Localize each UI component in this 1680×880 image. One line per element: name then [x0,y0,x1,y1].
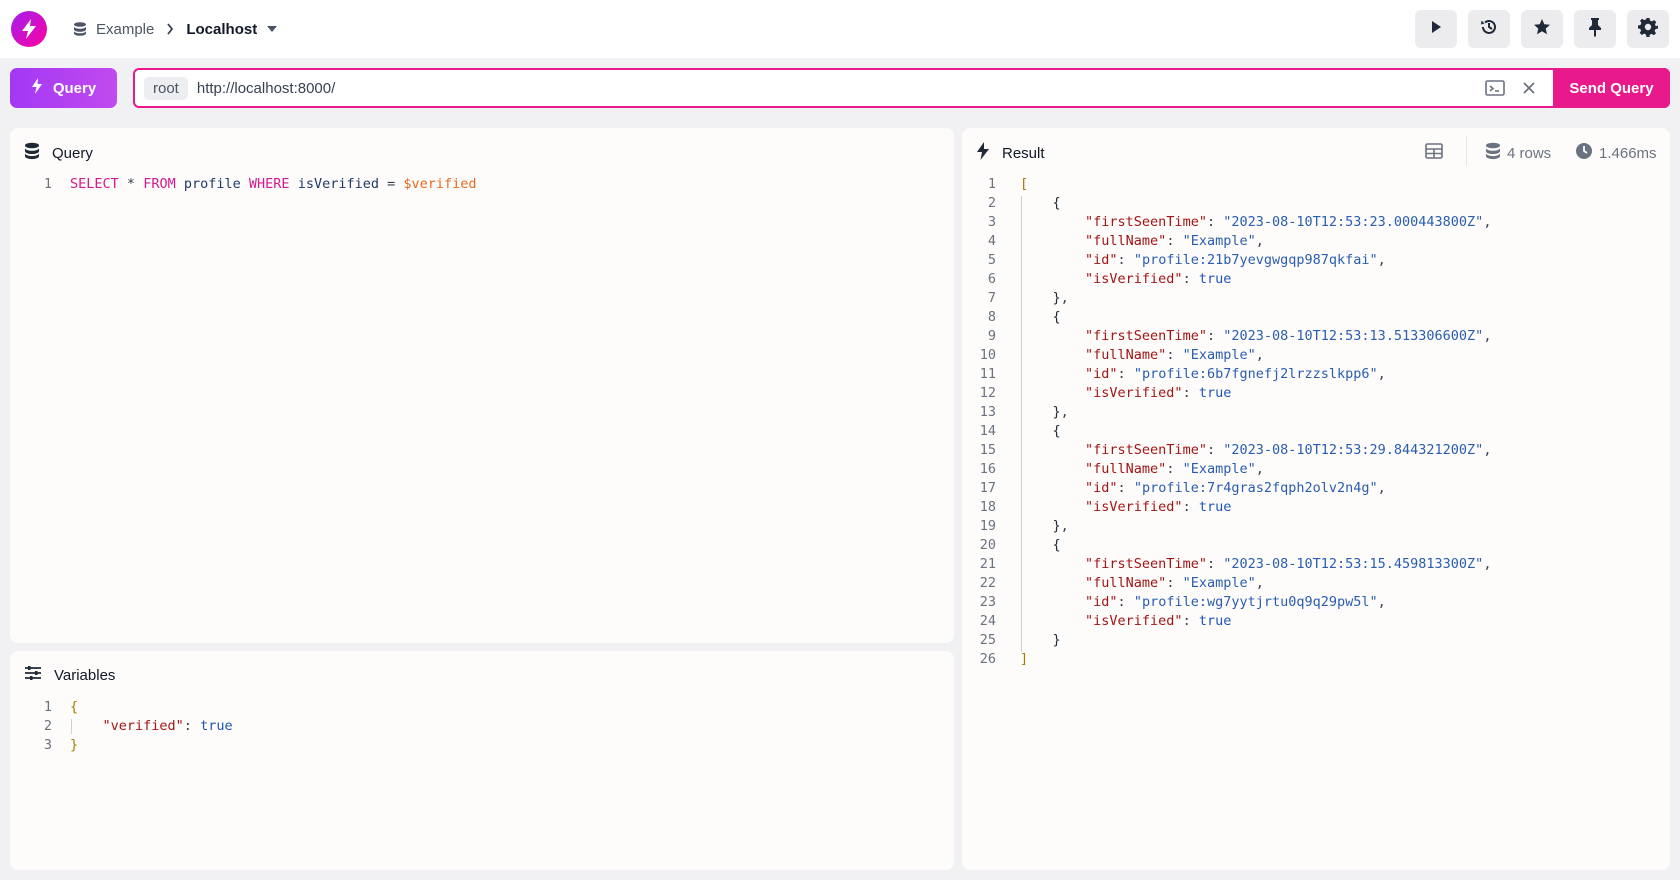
query-line-numbers: 1 [43,176,52,192]
database-icon [1485,142,1501,164]
favorites-button[interactable] [1521,10,1563,48]
variables-panel: Variables 1 2 3 { "verified": true } [10,651,954,870]
pin-icon [1587,17,1603,42]
auth-user-badge[interactable]: root [144,76,188,100]
settings-button[interactable] [1627,10,1669,48]
breadcrumb-database[interactable]: Localhost [186,21,257,38]
table-view-toggle[interactable] [1425,143,1443,164]
query-panel-title: Query [52,144,93,162]
send-query-button[interactable]: Send Query [1553,68,1670,108]
query-panel: Query 1 SELECT * FROM profile WHERE isVe… [10,128,954,643]
connection-bar: root Send Query [133,68,1670,108]
query-mode-label: Query [52,79,97,97]
bolt-icon [976,142,990,164]
history-icon [1479,17,1499,42]
breadcrumb: Example Localhost [72,18,278,40]
variables-panel-title: Variables [54,666,116,684]
database-icon [72,21,88,37]
clock-icon [1575,142,1593,164]
variables-panel-header: Variables [24,665,115,685]
terminal-icon[interactable] [1479,72,1511,104]
variables-editor[interactable]: { "verified": true } [70,698,233,755]
execution-time-label: 1.466ms [1599,144,1657,162]
pin-button[interactable] [1574,10,1616,48]
divider [1466,136,1467,166]
result-panel-title: Result [1002,144,1045,162]
table-icon [1425,143,1443,163]
gear-icon [1638,17,1658,42]
chevron-right-icon [166,23,174,35]
sliders-icon [24,665,42,685]
execution-time: 1.466ms [1575,142,1657,164]
close-icon[interactable] [1513,72,1545,104]
surrealist-logo [11,11,47,47]
play-icon [1429,20,1443,39]
caret-down-icon[interactable] [267,26,278,32]
history-button[interactable] [1468,10,1510,48]
endpoint-url-input[interactable] [196,73,1479,103]
result-panel: Result 1 2 3 4 5 6 7 8 9 10 11 12 13 14 … [962,128,1670,870]
variables-line-numbers: 1 2 3 [43,699,52,753]
top-header: Example Localhost [0,0,1680,58]
result-line-numbers: 1 2 3 4 5 6 7 8 9 10 11 12 13 14 15 16 1… [979,176,996,667]
row-count: 4 rows [1485,142,1551,164]
star-icon [1533,18,1551,41]
database-icon [24,142,40,164]
result-panel-header: Result [976,142,1045,164]
result-viewer[interactable]: [ { "firstSeenTime": "2023-08-10T12:53:2… [1020,175,1491,669]
row-count-label: 4 rows [1507,144,1552,162]
query-mode-button[interactable]: Query [10,68,117,108]
query-editor[interactable]: SELECT * FROM profile WHERE isVerified =… [70,175,477,194]
query-panel-header: Query [24,142,93,164]
breadcrumb-namespace[interactable]: Example [96,21,154,38]
bolt-icon [31,78,43,98]
run-button[interactable] [1415,10,1457,48]
